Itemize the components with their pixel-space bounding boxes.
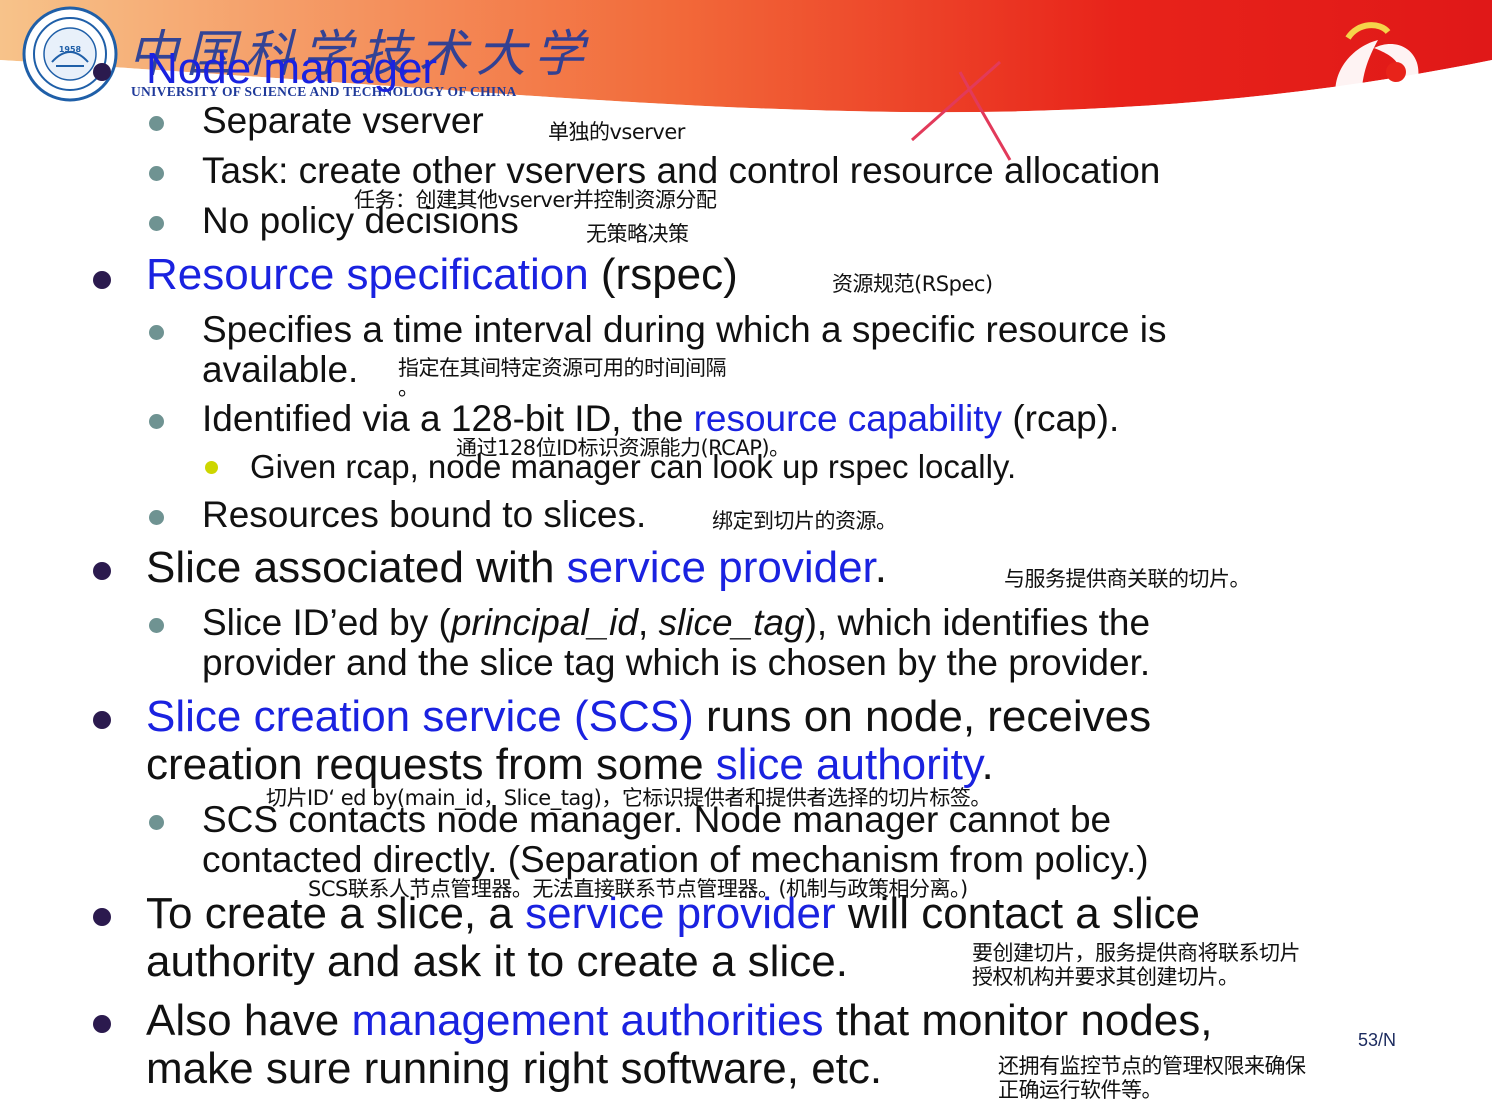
rspec-note: 资源规范(RSpec): [832, 272, 993, 296]
create-slice-line2: authority and ask it to create a slice.: [146, 937, 848, 986]
rspec-highlight: Resource specification: [146, 250, 589, 299]
slice-assoc-post: .: [874, 543, 888, 592]
bullet-dot: [93, 63, 111, 81]
given-rcap-text: Given rcap, node manager can look up rsp…: [250, 448, 1017, 485]
identified-post: (rcap).: [1002, 398, 1120, 439]
slice-id-t2: ,: [637, 602, 659, 643]
no-policy-note: 无策略决策: [586, 222, 689, 246]
slice-id-slice-tag: slice_tag: [658, 602, 805, 643]
no-policy-text: No policy decisions: [202, 200, 519, 241]
separate-vserver-text: Separate vserver: [202, 100, 484, 141]
create-slice-note-line2: 授权机构并要求其创建切片。: [972, 965, 1239, 989]
slice-assoc-pre: Slice associated with: [146, 543, 567, 592]
create-slice-highlight: service provider: [525, 889, 836, 938]
management-line2: make sure running right software, etc.: [146, 1044, 883, 1093]
management-highlight: management authorities: [351, 996, 824, 1045]
bullet-dot: [205, 461, 218, 474]
bound-note: 绑定到切片的资源。: [712, 509, 897, 533]
bullet-dot: [149, 510, 164, 525]
slice-assoc-heading: Slice associated with service provider.: [146, 543, 887, 593]
scs-line1: Slice creation service (SCS) runs on nod…: [146, 692, 1151, 742]
rspec-heading: Resource specification (rspec): [146, 250, 738, 300]
bullet-dot: [149, 618, 164, 633]
slice-id-principal: principal_id: [450, 602, 638, 643]
bullet-dot: [93, 908, 111, 926]
slice-id-t3: ), which identifies the: [804, 602, 1151, 643]
scs-highlight1: Slice creation service (SCS): [146, 692, 694, 741]
bullet-dot: [149, 325, 164, 340]
bullet-dot: [149, 116, 164, 131]
specifies-note: 指定在其间特定资源可用的时间间隔: [398, 356, 727, 380]
specifies-line2: available.: [202, 349, 359, 390]
slice-id-t1: Slice ID’ed by (: [202, 602, 451, 643]
university-logo-icon: 1958: [22, 6, 118, 102]
create-slice-pre1: To create a slice, a: [146, 889, 526, 938]
bullet-dot: [93, 562, 111, 580]
bullet-dot: [93, 711, 111, 729]
slice-assoc-note: 与服务提供商关联的切片。: [1004, 567, 1251, 591]
management-line1: Also have management authorities that mo…: [146, 996, 1212, 1046]
bullet-dot: [149, 815, 164, 830]
bullet-dot: [149, 414, 164, 429]
bound-text: Resources bound to slices.: [202, 494, 647, 535]
management-pre1: Also have: [146, 996, 352, 1045]
anniversary-years: 1958~2008: [1372, 100, 1403, 106]
management-note-line2: 正确运行软件等。: [998, 1078, 1163, 1102]
create-slice-line1: To create a slice, a service provider wi…: [146, 889, 1200, 939]
bullet-dot: [149, 166, 164, 181]
create-slice-post1: will contact a slice: [835, 889, 1200, 938]
scs-contacts-line1: SCS contacts node manager. Node manager …: [202, 799, 1112, 840]
page-number: 53/N: [1358, 1030, 1397, 1050]
logo-year: 1958: [59, 45, 82, 54]
slice-assoc-highlight: service provider: [566, 543, 875, 592]
bullet-dot: [149, 216, 164, 231]
slice-id-line1: Slice ID’ed by (principal_id, slice_tag)…: [202, 602, 1150, 644]
scs-rest1: runs on node, receives: [693, 692, 1152, 741]
bullet-dot: [93, 271, 111, 289]
specifies-line1: Specifies a time interval during which a…: [202, 309, 1167, 350]
rspec-rest: (rspec): [588, 250, 738, 299]
slice-id-line2: provider and the slice tag which is chos…: [202, 642, 1151, 683]
separate-vserver-note: 单独的vserver: [548, 120, 685, 144]
node-manager-heading: Node manager: [146, 44, 438, 93]
bullet-dot: [93, 1015, 111, 1033]
management-post1: that monitor nodes,: [823, 996, 1213, 1045]
